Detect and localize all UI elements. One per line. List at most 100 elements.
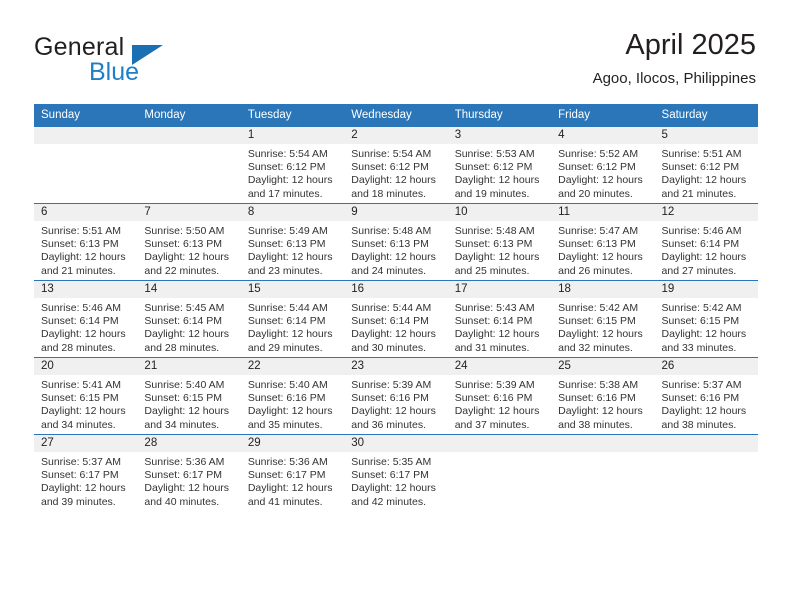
calendar-day-cell[interactable]: 13 Sunrise: 5:46 AM Sunset: 6:14 PM Dayl… [34,280,138,358]
sunrise-text: Sunrise: 5:46 AM [661,225,742,237]
daylight-text: Daylight: 12 hours and 26 minutes. [558,251,643,277]
sunrise-text: Sunrise: 5:51 AM [661,148,742,160]
day-number: 22 [240,358,345,375]
weekday-header-monday: Monday [137,104,241,127]
daylight-text: Daylight: 12 hours and 36 minutes. [351,405,436,431]
day-details: Sunrise: 5:48 AM Sunset: 6:13 PM Dayligh… [448,221,551,278]
day-details [137,144,240,148]
weekday-header-tuesday: Tuesday [240,104,345,127]
day-details: Sunrise: 5:54 AM Sunset: 6:12 PM Dayligh… [344,144,447,201]
day-details: Sunrise: 5:43 AM Sunset: 6:14 PM Dayligh… [448,298,551,355]
daylight-text: Daylight: 12 hours and 35 minutes. [247,405,333,431]
calendar-day-cell[interactable]: 14 Sunrise: 5:45 AM Sunset: 6:14 PM Dayl… [137,280,241,358]
calendar-day-cell[interactable]: 17 Sunrise: 5:43 AM Sunset: 6:14 PM Dayl… [447,280,552,358]
day-details: Sunrise: 5:51 AM Sunset: 6:12 PM Dayligh… [655,144,758,201]
day-details: Sunrise: 5:37 AM Sunset: 6:17 PM Dayligh… [34,452,137,509]
calendar-day-cell[interactable]: 15 Sunrise: 5:44 AM Sunset: 6:14 PM Dayl… [240,280,345,358]
sunrise-text: Sunrise: 5:37 AM [661,379,742,391]
calendar-day-cell[interactable]: 9 Sunrise: 5:48 AM Sunset: 6:13 PM Dayli… [344,203,448,281]
weekday-header-friday: Friday [551,104,655,127]
sunset-text: Sunset: 6:14 PM [41,315,119,328]
daylight-text: Daylight: 12 hours and 22 minutes. [144,251,230,277]
calendar-day-cell[interactable]: 4 Sunrise: 5:52 AM Sunset: 6:12 PM Dayli… [551,126,655,204]
calendar-day-cell[interactable]: 30 Sunrise: 5:35 AM Sunset: 6:17 PM Dayl… [344,434,448,511]
calendar-day-cell[interactable] [654,434,758,511]
calendar-day-cell[interactable]: 12 Sunrise: 5:46 AM Sunset: 6:14 PM Dayl… [654,203,758,281]
daylight-text: Daylight: 12 hours and 38 minutes. [661,405,747,431]
calendar-day-cell[interactable]: 8 Sunrise: 5:49 AM Sunset: 6:13 PM Dayli… [240,203,345,281]
calendar-day-cell[interactable]: 10 Sunrise: 5:48 AM Sunset: 6:13 PM Dayl… [447,203,552,281]
calendar-day-cell[interactable]: 16 Sunrise: 5:44 AM Sunset: 6:14 PM Dayl… [344,280,448,358]
day-number: 9 [344,204,448,221]
day-details [551,452,654,456]
sunset-text: Sunset: 6:13 PM [247,238,326,251]
day-number: 2 [344,127,448,144]
daylight-text: Daylight: 12 hours and 40 minutes. [144,482,230,508]
page-header: General Blue April 2025 Agoo, Ilocos, Ph… [0,0,792,100]
calendar-day-cell[interactable]: 1 Sunrise: 5:54 AM Sunset: 6:12 PM Dayli… [240,126,345,204]
day-details: Sunrise: 5:54 AM Sunset: 6:12 PM Dayligh… [241,144,344,201]
sunrise-text: Sunrise: 5:36 AM [144,456,225,468]
sunrise-text: Sunrise: 5:42 AM [661,302,742,314]
calendar-day-cell[interactable]: 21 Sunrise: 5:40 AM Sunset: 6:15 PM Dayl… [137,357,241,435]
day-number [551,435,655,452]
calendar-week-row: 20 Sunrise: 5:41 AM Sunset: 6:15 PM Dayl… [34,357,758,435]
calendar-day-cell[interactable]: 20 Sunrise: 5:41 AM Sunset: 6:15 PM Dayl… [34,357,138,435]
daylight-text: Daylight: 12 hours and 20 minutes. [558,174,643,200]
calendar-day-cell[interactable]: 24 Sunrise: 5:39 AM Sunset: 6:16 PM Dayl… [447,357,552,435]
weekday-header-saturday: Saturday [654,104,758,127]
calendar-week-row: 13 Sunrise: 5:46 AM Sunset: 6:14 PM Dayl… [34,280,758,358]
daylight-text: Daylight: 12 hours and 34 minutes. [41,405,126,431]
calendar-day-cell[interactable]: 7 Sunrise: 5:50 AM Sunset: 6:13 PM Dayli… [137,203,241,281]
sunrise-text: Sunrise: 5:49 AM [247,225,328,237]
day-number: 19 [654,281,758,298]
sunrise-text: Sunrise: 5:42 AM [558,302,639,314]
day-number [34,127,138,144]
calendar-day-cell[interactable]: 28 Sunrise: 5:36 AM Sunset: 6:17 PM Dayl… [137,434,241,511]
calendar-day-cell[interactable] [551,434,655,511]
day-details: Sunrise: 5:46 AM Sunset: 6:14 PM Dayligh… [655,221,758,278]
weekday-header-thursday: Thursday [447,104,552,127]
sunset-text: Sunset: 6:16 PM [558,392,636,405]
calendar-day-cell[interactable]: 19 Sunrise: 5:42 AM Sunset: 6:15 PM Dayl… [654,280,758,358]
sunrise-text: Sunrise: 5:35 AM [351,456,432,468]
daylight-text: Daylight: 12 hours and 24 minutes. [351,251,436,277]
calendar-day-cell[interactable]: 5 Sunrise: 5:51 AM Sunset: 6:12 PM Dayli… [654,126,758,204]
calendar-day-cell[interactable]: 26 Sunrise: 5:37 AM Sunset: 6:16 PM Dayl… [654,357,758,435]
day-number: 10 [447,204,552,221]
calendar-header-row: Sunday Monday Tuesday Wednesday Thursday… [34,104,758,127]
calendar-day-cell[interactable]: 18 Sunrise: 5:42 AM Sunset: 6:15 PM Dayl… [551,280,655,358]
calendar-page: General Blue April 2025 Agoo, Ilocos, Ph… [0,0,792,612]
sunrise-text: Sunrise: 5:39 AM [454,379,535,391]
calendar-day-cell[interactable] [137,126,241,204]
calendar-day-cell[interactable]: 23 Sunrise: 5:39 AM Sunset: 6:16 PM Dayl… [344,357,448,435]
calendar-day-cell[interactable] [447,434,552,511]
calendar-day-cell[interactable]: 6 Sunrise: 5:51 AM Sunset: 6:13 PM Dayli… [34,203,138,281]
calendar-day-cell[interactable]: 3 Sunrise: 5:53 AM Sunset: 6:12 PM Dayli… [447,126,552,204]
day-number: 3 [447,127,552,144]
daylight-text: Daylight: 12 hours and 25 minutes. [454,251,540,277]
sunrise-text: Sunrise: 5:44 AM [247,302,328,314]
brand-logo[interactable]: General Blue [34,33,224,86]
calendar-day-cell[interactable]: 27 Sunrise: 5:37 AM Sunset: 6:17 PM Dayl… [34,434,138,511]
calendar-day-cell[interactable]: 22 Sunrise: 5:40 AM Sunset: 6:16 PM Dayl… [240,357,345,435]
daylight-text: Daylight: 12 hours and 30 minutes. [351,328,436,354]
calendar-day-cell[interactable]: 2 Sunrise: 5:54 AM Sunset: 6:12 PM Dayli… [344,126,448,204]
calendar-day-cell[interactable]: 11 Sunrise: 5:47 AM Sunset: 6:13 PM Dayl… [551,203,655,281]
sunrise-text: Sunrise: 5:39 AM [351,379,432,391]
day-details: Sunrise: 5:49 AM Sunset: 6:13 PM Dayligh… [241,221,344,278]
daylight-text: Daylight: 12 hours and 37 minutes. [454,405,540,431]
calendar-body: 1 Sunrise: 5:54 AM Sunset: 6:12 PM Dayli… [34,126,758,511]
daylight-text: Daylight: 12 hours and 19 minutes. [454,174,540,200]
calendar-day-cell[interactable]: 25 Sunrise: 5:38 AM Sunset: 6:16 PM Dayl… [551,357,655,435]
calendar-day-cell[interactable] [34,126,138,204]
daylight-text: Daylight: 12 hours and 42 minutes. [351,482,436,508]
sunrise-text: Sunrise: 5:48 AM [351,225,432,237]
day-details: Sunrise: 5:35 AM Sunset: 6:17 PM Dayligh… [344,452,447,509]
page-subtitle: Agoo, Ilocos, Philippines [592,70,756,87]
calendar-day-cell[interactable]: 29 Sunrise: 5:36 AM Sunset: 6:17 PM Dayl… [240,434,345,511]
sunset-text: Sunset: 6:12 PM [351,161,429,174]
day-details: Sunrise: 5:46 AM Sunset: 6:14 PM Dayligh… [34,298,137,355]
daylight-text: Daylight: 12 hours and 28 minutes. [144,328,230,354]
daylight-text: Daylight: 12 hours and 41 minutes. [247,482,333,508]
